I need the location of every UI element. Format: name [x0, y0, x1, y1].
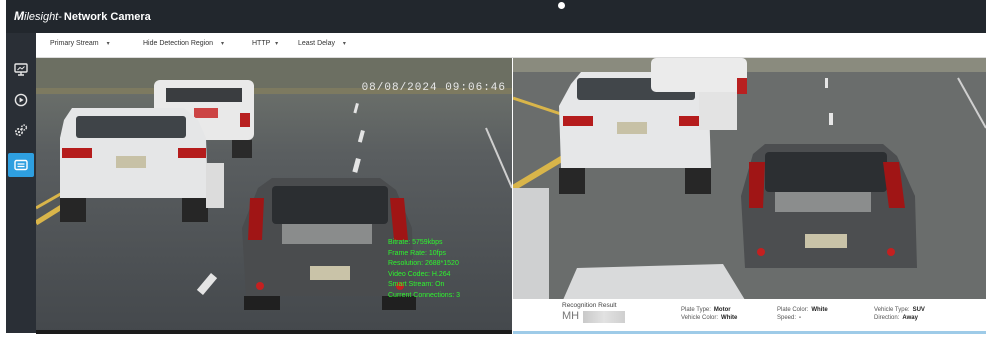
- top-bar: Milesight- Network Camera: [6, 0, 986, 33]
- sidebar-item-playback[interactable]: [9, 88, 33, 112]
- plate-type-key: Plate Type:: [681, 307, 711, 313]
- delay-label: Least Delay: [298, 40, 335, 47]
- chevron-down-icon: ▾: [106, 41, 110, 47]
- sidebar: [6, 33, 36, 333]
- plate-color-field: Plate Color: White: [777, 307, 828, 313]
- connections-text: Current Connections: 3: [388, 291, 460, 299]
- detection-region-label: Hide Detection Region: [143, 40, 214, 47]
- resolution-text: Resolution: 2688*1520: [388, 260, 459, 267]
- vehicle-color-field: Vehicle Color: White: [681, 315, 737, 321]
- sidebar-item-lpr[interactable]: [8, 153, 34, 177]
- vehicle-type-field: Vehicle Type: SUV: [874, 307, 925, 313]
- vehicle-color-key: Vehicle Color:: [681, 315, 719, 321]
- plate-number-redaction: [583, 311, 625, 323]
- detection-region-select[interactable]: Hide Detection Region ▾: [143, 40, 224, 47]
- brand-logo: Milesight- Network Camera: [14, 9, 151, 23]
- live-video-view[interactable]: 08/08/2024 09:06:46 Bitrate: 5759kbps Fr…: [36, 58, 512, 334]
- capture-image-view[interactable]: [513, 58, 986, 300]
- app-title: Network Camera: [63, 11, 151, 23]
- plate-color-key: Plate Color:: [777, 307, 809, 313]
- chevron-down-icon: ▾: [275, 41, 279, 47]
- direction-field: Direction: Away: [874, 315, 918, 321]
- protocol-select[interactable]: HTTP ▾: [252, 40, 278, 47]
- plate-type-value: Motor: [713, 307, 731, 313]
- plate-color-value: White: [811, 307, 828, 313]
- speed-value: -: [799, 315, 802, 321]
- delay-select[interactable]: Least Delay ▾: [298, 40, 346, 47]
- direction-value: Away: [902, 315, 918, 321]
- settings-gear-icon: [14, 124, 28, 137]
- codec-text: Video Codec: H.264: [388, 270, 451, 278]
- video-timestamp: 08/08/2024 09:06:46: [361, 82, 506, 94]
- sidebar-item-settings[interactable]: [9, 118, 33, 142]
- stream-info-overlay: Bitrate: 5759kbps Frame Rate: 10fps Reso…: [388, 238, 460, 301]
- direction-key: Direction:: [874, 315, 900, 321]
- speed-key: Speed:: [777, 315, 797, 321]
- speed-field: Speed: -: [777, 315, 801, 321]
- plate-number: MH: [562, 310, 580, 322]
- playback-icon: [14, 93, 28, 107]
- vehicle-color-value: White: [721, 315, 738, 321]
- lpr-plate-icon: [14, 159, 28, 171]
- recognition-result-label: Recognition Result: [562, 302, 617, 309]
- vehicle-type-value: SUV: [912, 307, 925, 313]
- window-indicator-dot: [558, 2, 565, 9]
- sidebar-item-live-view[interactable]: [9, 57, 33, 81]
- recognition-result-panel: Recognition Result MH Plate Type: Motor V…: [513, 299, 986, 334]
- chevron-down-icon: ▾: [342, 41, 346, 47]
- stream-toolbar: Primary Stream ▾ Hide Detection Region ▾…: [36, 33, 986, 58]
- stream-select-label: Primary Stream: [50, 40, 99, 47]
- brand-logo-m: M: [14, 9, 24, 23]
- protocol-label: HTTP: [252, 40, 271, 47]
- plate-type-field: Plate Type: Motor: [681, 307, 731, 313]
- chevron-down-icon: ▾: [221, 41, 225, 47]
- capture-image-frame: [513, 58, 986, 300]
- vehicle-type-key: Vehicle Type:: [874, 307, 910, 313]
- bitrate-text: Bitrate: 5759kbps: [388, 239, 443, 246]
- brand-logo-text: ilesight: [24, 11, 59, 23]
- frame-rate-text: Frame Rate: 10fps: [388, 249, 446, 257]
- smart-stream-text: Smart Stream: On: [388, 281, 445, 288]
- stream-select[interactable]: Primary Stream ▾: [50, 40, 110, 47]
- monitor-icon: [14, 62, 28, 76]
